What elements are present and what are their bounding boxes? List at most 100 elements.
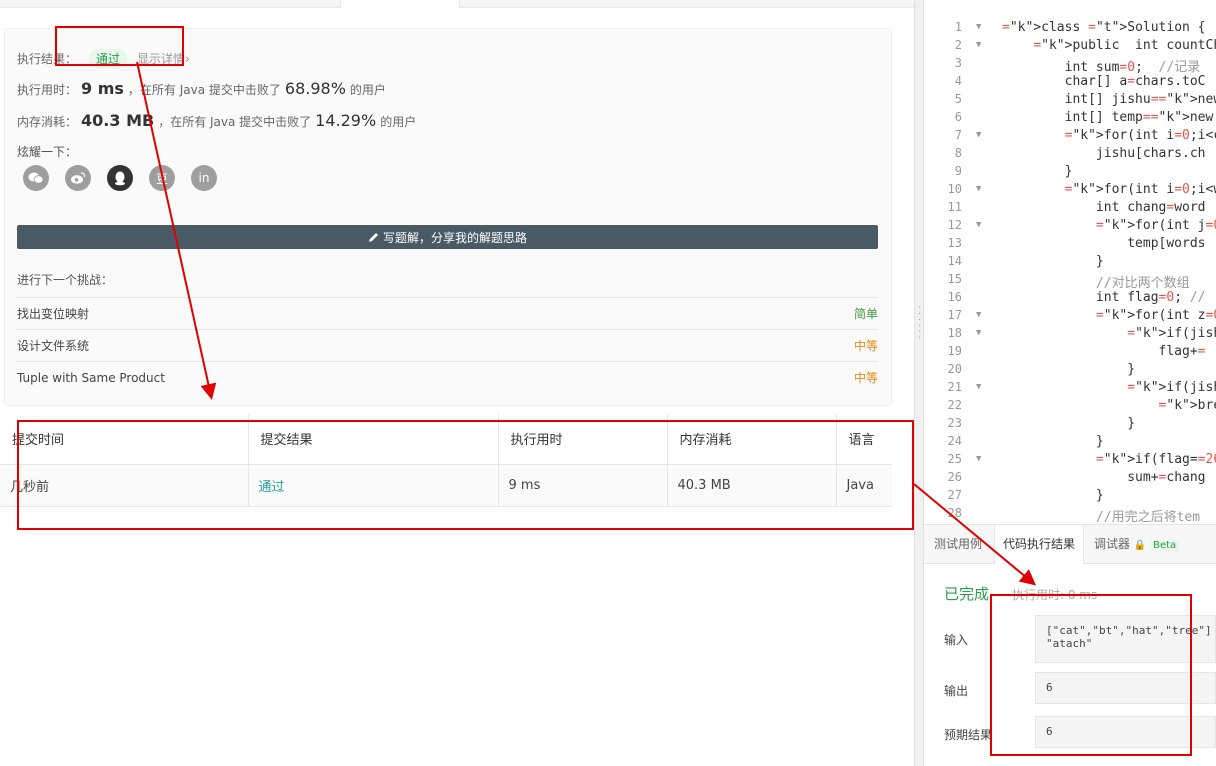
- annotation-box-output: [990, 594, 1192, 756]
- lock-icon: 🔒: [1133, 540, 1147, 551]
- code-line[interactable]: 13 temp[words: [924, 236, 1216, 254]
- code-line[interactable]: 15 //对比两个数组: [924, 272, 1216, 291]
- runtime-value: 9 ms: [81, 79, 124, 98]
- line-number: 25: [947, 452, 962, 466]
- code-text: ="k">break;: [1158, 398, 1216, 413]
- code-text: sum+=chang: [1002, 470, 1206, 485]
- line-number: 15: [947, 272, 962, 286]
- share-label: 炫耀一下：: [17, 145, 78, 159]
- fold-arrow-icon[interactable]: ▼: [976, 220, 981, 230]
- wechat-icon[interactable]: [23, 165, 49, 191]
- fold-arrow-icon[interactable]: ▼: [976, 130, 981, 140]
- result-card: 执行结果： 通过 显示详情› 执行用时： 9 ms ，在所有 Java 提交中击败了 68…: [4, 28, 892, 406]
- code-line[interactable]: 10 ▼ ="k">for(int i=0;i<word: [924, 182, 1216, 200]
- code-line[interactable]: 18 ▼ ="k">if(jishu[z: [924, 326, 1216, 344]
- memory-percent: 14.29%: [315, 111, 377, 130]
- code-text: }: [1002, 254, 1104, 269]
- top-tab-strip: [0, 0, 914, 8]
- qq-icon[interactable]: [107, 165, 133, 191]
- memory-value: 40.3 MB: [81, 111, 155, 130]
- code-line[interactable]: 16 int flag=0; //: [924, 290, 1216, 308]
- douban-icon[interactable]: 豆: [149, 165, 175, 191]
- line-number: 13: [947, 236, 962, 250]
- annotation-box-result: [55, 26, 184, 66]
- code-line[interactable]: 25 ▼ ="k">if(flag==26){: [924, 452, 1216, 470]
- tab-testcase[interactable]: 测试用例: [926, 525, 990, 564]
- code-line[interactable]: 7 ▼ ="k">for(int i=0;i<char: [924, 128, 1216, 146]
- code-editor[interactable]: 1 ▼ ="k">class ="t">Solution {2 ▼ ="k">publ…: [924, 8, 1216, 522]
- code-line[interactable]: 19 flag+=: [924, 344, 1216, 362]
- code-line[interactable]: 21 ▼ ="k">if(jishu[z: [924, 380, 1216, 398]
- panel-splitter[interactable]: · · · · · ·: [914, 0, 924, 766]
- line-number: 10: [947, 182, 962, 196]
- memory-users-text: 的用户: [380, 115, 417, 129]
- line-number: 26: [947, 470, 962, 484]
- code-text: }: [1002, 362, 1136, 377]
- code-text: ="k">if(jishu[z: [1127, 380, 1216, 395]
- code-line[interactable]: 14 }: [924, 254, 1216, 272]
- code-line[interactable]: 8 jishu[chars.ch: [924, 146, 1216, 164]
- line-number: 21: [947, 380, 962, 394]
- code-line[interactable]: 17 ▼ ="k">for(int z=0;z<: [924, 308, 1216, 326]
- next-challenge-title: 进行下一个挑战：: [17, 273, 114, 287]
- code-text: ="k">if(flag==26){: [1095, 452, 1216, 467]
- fold-arrow-icon[interactable]: ▼: [976, 40, 981, 50]
- code-line[interactable]: 28 //用完之后将tem: [924, 506, 1216, 522]
- code-line[interactable]: 27 }: [924, 488, 1216, 506]
- code-text: char[] a=chars.toC: [1002, 74, 1206, 89]
- fold-arrow-icon[interactable]: ▼: [976, 184, 981, 194]
- write-solution-button[interactable]: 写题解，分享我的解题思路: [17, 225, 878, 249]
- tab-run-result[interactable]: 代码执行结果: [994, 525, 1085, 564]
- line-number: 22: [947, 398, 962, 412]
- line-number: 3: [954, 56, 962, 70]
- code-text: int sum=0; //记录: [1002, 60, 1201, 75]
- line-number: 19: [947, 344, 962, 358]
- tab-debugger[interactable]: 调试器 🔒 Beta: [1086, 525, 1187, 564]
- challenge-name: Tuple with Same Product: [17, 370, 165, 385]
- code-line[interactable]: 11 int chang=word: [924, 200, 1216, 218]
- code-line[interactable]: 2 ▼ ="k">public int countChar: [924, 38, 1216, 56]
- challenge-item[interactable]: 设计文件系统 中等: [17, 329, 878, 361]
- code-line[interactable]: 4 char[] a=chars.toC: [924, 74, 1216, 92]
- code-line[interactable]: 9 }: [924, 164, 1216, 182]
- code-line[interactable]: 24 }: [924, 434, 1216, 452]
- fold-arrow-icon[interactable]: ▼: [976, 328, 981, 338]
- fold-arrow-icon[interactable]: ▼: [976, 382, 981, 392]
- code-line[interactable]: 23 }: [924, 416, 1216, 434]
- challenge-name: 设计文件系统: [17, 339, 90, 353]
- difficulty-badge: 中等: [853, 371, 878, 385]
- challenge-item[interactable]: 找出变位映射 简单: [17, 297, 878, 329]
- code-line[interactable]: 12 ▼ ="k">for(int j=0;j<: [924, 218, 1216, 236]
- line-number: 24: [947, 434, 962, 448]
- code-line[interactable]: 1 ▼ ="k">class ="t">Solution {: [924, 20, 1216, 38]
- code-line[interactable]: 5 int[] jishu=="k">new in: [924, 92, 1216, 110]
- code-line[interactable]: 26 sum+=chang: [924, 470, 1216, 488]
- line-number: 20: [947, 362, 962, 376]
- fold-arrow-icon[interactable]: ▼: [976, 22, 981, 32]
- code-line[interactable]: 22 ="k">break;: [924, 398, 1216, 416]
- code-text: //用完之后将tem: [1095, 510, 1201, 522]
- drag-handle-icon[interactable]: · · · · · ·: [918, 304, 921, 344]
- code-line[interactable]: 3 int sum=0; //记录: [924, 56, 1216, 75]
- active-tab[interactable]: [340, 0, 460, 8]
- code-text: }: [1002, 434, 1104, 449]
- runtime-percent: 68.98%: [284, 79, 346, 98]
- line-number: 14: [947, 254, 962, 268]
- weibo-icon[interactable]: [65, 165, 91, 191]
- line-number: 2: [954, 38, 962, 52]
- fold-arrow-icon[interactable]: ▼: [976, 310, 981, 320]
- output-label: 输出: [944, 684, 969, 698]
- challenge-item[interactable]: Tuple with Same Product 中等: [17, 361, 878, 393]
- code-line[interactable]: 20 }: [924, 362, 1216, 380]
- code-text: //对比两个数组: [1095, 276, 1190, 291]
- input-label: 输入: [944, 633, 969, 647]
- line-number: 28: [947, 506, 962, 520]
- code-line[interactable]: 6 int[] temp=="k">new int: [924, 110, 1216, 128]
- line-number: 16: [947, 290, 962, 304]
- code-text: ="k">for(int i=0;i<word: [1064, 182, 1216, 197]
- line-number: 4: [954, 74, 962, 88]
- runtime-label: 执行用时：: [17, 83, 78, 97]
- code-text: temp[words: [1002, 236, 1206, 251]
- linkedin-icon[interactable]: in: [191, 165, 217, 191]
- fold-arrow-icon[interactable]: ▼: [976, 454, 981, 464]
